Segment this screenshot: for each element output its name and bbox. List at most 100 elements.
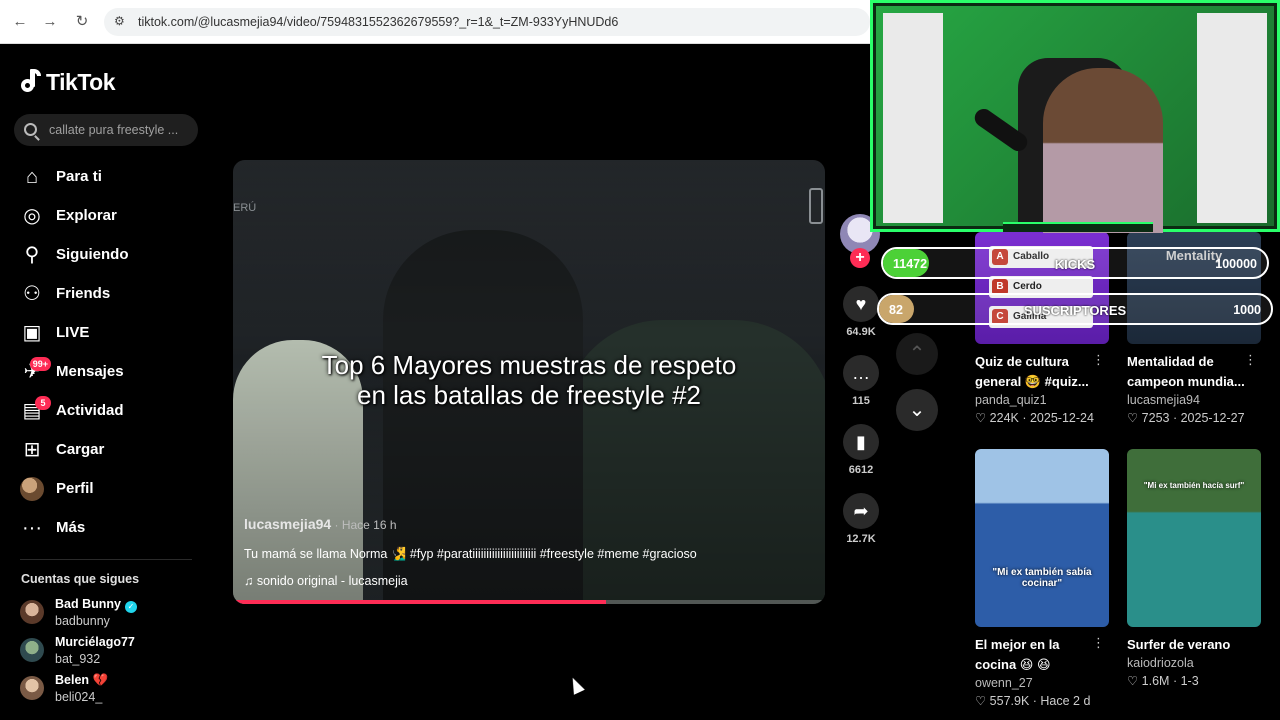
- video-author[interactable]: panda_quiz1: [975, 393, 1109, 407]
- video-player[interactable]: ERÚ Top 6 Mayores muestras de respeto en…: [233, 160, 825, 604]
- sidebar-item-label: Perfil: [56, 480, 94, 497]
- account-name: Belen: [55, 673, 90, 687]
- account-handle: beli024_: [55, 690, 103, 704]
- video-username[interactable]: lucasmejia94: [244, 516, 331, 532]
- more-options-icon[interactable]: ⋮: [1092, 352, 1105, 368]
- kicks-goal: 100000: [1215, 257, 1257, 271]
- video-author[interactable]: lucasmejia94 · Hace 16 h: [244, 516, 397, 532]
- sidebar-item-friends[interactable]: ⚇ Friends: [0, 274, 210, 313]
- video-title[interactable]: Surfer de verano: [1127, 635, 1247, 655]
- avatar: [20, 476, 44, 501]
- sidebar-item-label: Siguiendo: [56, 246, 129, 263]
- sidebar-item-actividad[interactable]: ▤ 5 Actividad: [0, 391, 210, 430]
- video-title[interactable]: Quiz de cultura general 🤓 #quiz...: [975, 352, 1095, 392]
- more-options-icon[interactable]: ⋮: [1244, 352, 1257, 368]
- overlay-line: Top 6 Mayores muestras de respeto: [321, 350, 737, 380]
- sidebar-item-label: Friends: [56, 285, 111, 302]
- like-action[interactable]: ♥ 64.9K: [842, 286, 880, 338]
- heart-icon[interactable]: ♥: [843, 286, 879, 322]
- more-icon: ···: [22, 516, 42, 539]
- comment-icon[interactable]: …: [843, 355, 879, 391]
- video-progress-bar[interactable]: [233, 600, 825, 604]
- video-sound[interactable]: ♫ sonido original - lucasmejia: [244, 574, 408, 588]
- previous-video-button[interactable]: ⌃: [896, 333, 938, 375]
- sidebar-item-siguiendo[interactable]: ⚲ Siguiendo: [0, 235, 210, 274]
- video-watermark: ERÚ: [233, 202, 257, 214]
- account-handle: badbunny: [55, 614, 110, 628]
- kicks-label: KICKS: [1054, 257, 1096, 272]
- like-count: 64.9K: [846, 326, 876, 338]
- url-text[interactable]: tiktok.com/@lucasmejia94/video/759483155…: [138, 15, 618, 29]
- search-icon: [24, 123, 37, 136]
- search-input[interactable]: callate pura freestyle ...: [14, 114, 198, 146]
- save-action[interactable]: ▮ 6612: [842, 424, 880, 476]
- following-account[interactable]: Belen 💔 beli024_: [20, 672, 210, 710]
- video-thumbnail[interactable]: "Mi ex también sabía cocinar": [975, 449, 1109, 627]
- video-author[interactable]: kaiodriozola: [1127, 656, 1261, 670]
- avatar: [20, 600, 44, 624]
- video-overlay-title: Top 6 Mayores muestras de respeto en las…: [233, 350, 825, 410]
- sidebar-item-para-ti[interactable]: ⌂ Para ti: [0, 157, 210, 196]
- back-arrow-icon[interactable]: ←: [10, 12, 30, 32]
- next-video-button[interactable]: ⌄: [896, 389, 938, 431]
- sidebar-item-live[interactable]: ▣ LIVE: [0, 313, 210, 352]
- avatar: [20, 638, 44, 662]
- recommended-video[interactable]: "Mi ex también hacía surf" Surfer de ver…: [1127, 449, 1261, 688]
- address-bar[interactable]: ⚙ tiktok.com/@lucasmejia94/video/7594831…: [104, 8, 870, 36]
- activity-icon: ▤ 5: [20, 395, 51, 423]
- bookmark-icon[interactable]: ▮: [843, 424, 879, 460]
- home-icon: ⌂: [25, 165, 39, 188]
- share-action[interactable]: ➦ 12.7K: [842, 493, 880, 545]
- sidebar-item-label: Más: [56, 519, 86, 536]
- sidebar-item-label: Actividad: [56, 402, 124, 419]
- verified-icon: ✓: [124, 601, 137, 613]
- reload-icon[interactable]: ↻: [72, 12, 92, 32]
- save-count: 6612: [848, 464, 874, 476]
- video-description[interactable]: Tu mamá se llama Norma 🧏‍♂️ #fyp #parati…: [244, 547, 697, 562]
- sidebar-item-mas[interactable]: ··· Más: [0, 508, 210, 547]
- upload-icon: ⊞: [23, 438, 41, 461]
- subs-goal: 1000: [1233, 303, 1261, 317]
- sidebar-item-cargar[interactable]: ⊞ Cargar: [0, 430, 210, 469]
- subs-goal-bar: 82 SUSCRIPTORES 1000: [877, 293, 1273, 325]
- comment-action[interactable]: … 115: [842, 355, 880, 407]
- sidebar-divider: [20, 559, 192, 560]
- video-title[interactable]: El mejor en la cocina 😆 😆: [975, 635, 1095, 675]
- logo-text: TikTok: [46, 68, 116, 95]
- following-title: Cuentas que sigues: [21, 572, 140, 586]
- sidebar-item-perfil[interactable]: Perfil: [0, 469, 210, 508]
- account-name-row: Bad Bunny ✓: [55, 597, 137, 613]
- video-watermark-logo: [809, 188, 823, 224]
- site-info-icon[interactable]: ⚙: [114, 14, 128, 28]
- webcam-frame-tab: [1003, 222, 1153, 232]
- more-options-icon[interactable]: ⋮: [1092, 635, 1105, 651]
- sidebar-item-label: Mensajes: [56, 363, 124, 380]
- follow-plus-button[interactable]: +: [850, 248, 870, 268]
- sidebar-item-mensajes[interactable]: ✈ 99+ Mensajes: [0, 352, 210, 391]
- sidebar-item-explorar[interactable]: ◎ Explorar: [0, 196, 210, 235]
- shoe-shelf: [883, 13, 943, 223]
- video-author[interactable]: lucasmejia94: [1127, 393, 1261, 407]
- subs-label: SUSCRIPTORES: [1023, 303, 1127, 318]
- avatar: [20, 676, 44, 700]
- video-author[interactable]: owenn_27: [975, 676, 1109, 690]
- video-thumbnail[interactable]: "Mi ex también hacía surf": [1127, 449, 1261, 627]
- forward-arrow-icon[interactable]: →: [40, 12, 60, 32]
- recommended-video[interactable]: "Mi ex también sabía cocinar" ⋮ El mejor…: [975, 449, 1109, 708]
- video-title[interactable]: Mentalidad de campeon mundia...: [1127, 352, 1247, 392]
- following-list: Bad Bunny ✓ badbunny Murciélago77 bat_932…: [20, 596, 210, 710]
- compass-icon: ◎: [23, 204, 41, 227]
- friends-icon: ⚇: [23, 282, 41, 305]
- following-account[interactable]: Murciélago77 bat_932: [20, 634, 210, 672]
- following-account[interactable]: Bad Bunny ✓ badbunny: [20, 596, 210, 634]
- video-meta: ♡ 224K · 2025-12-24: [975, 411, 1094, 425]
- sidebar-menu: ⌂ Para ti ◎ Explorar ⚲ Siguiendo ⚇ Frien…: [0, 157, 210, 547]
- webcam-overlay: [870, 0, 1280, 233]
- video-time: · Hace 16 h: [331, 518, 397, 532]
- tiktok-logo[interactable]: TikTok: [20, 66, 116, 98]
- activity-badge: 5: [35, 395, 51, 410]
- mouse-cursor: [567, 675, 585, 695]
- search-placeholder: callate pura freestyle ...: [49, 123, 179, 137]
- video-meta: ♡ 557.9K · Hace 2 d: [975, 694, 1091, 708]
- share-icon[interactable]: ➦: [843, 493, 879, 529]
